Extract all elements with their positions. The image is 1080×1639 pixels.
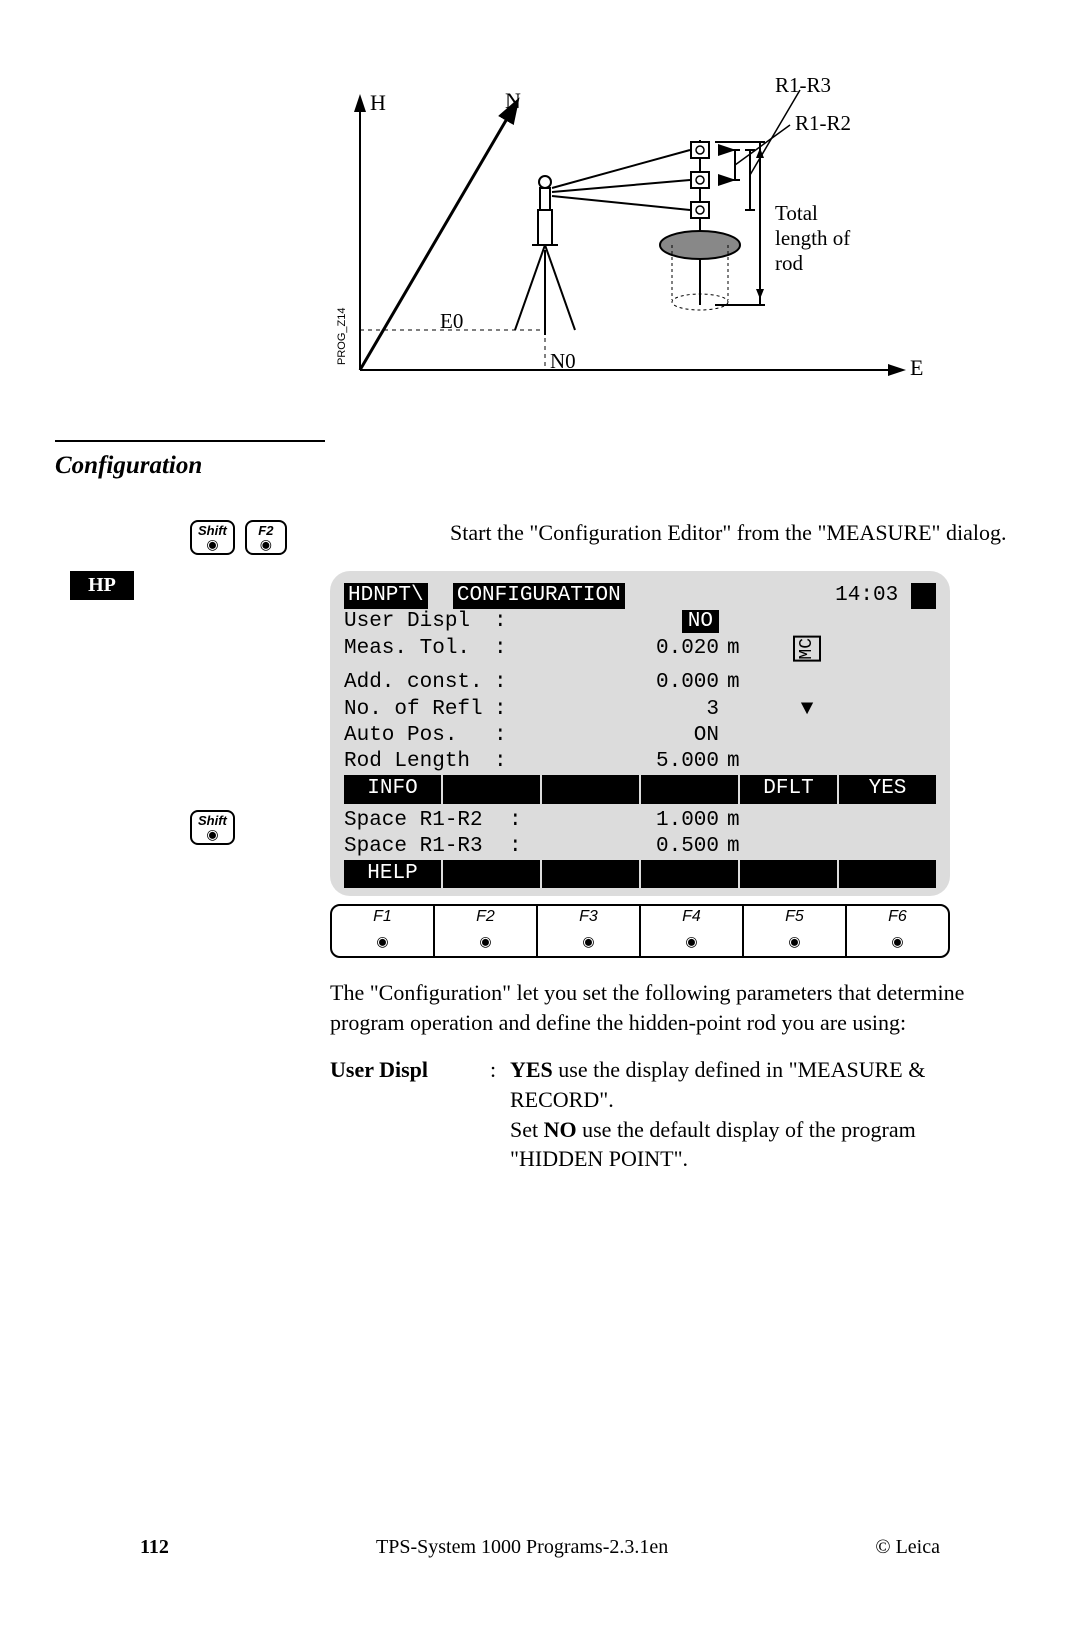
- softkey-yes[interactable]: YES: [839, 775, 936, 803]
- battery-icon: [911, 583, 936, 609]
- screen-time: 14:03: [835, 583, 898, 609]
- label-R1R2: R1-R2: [795, 111, 851, 135]
- label-H: H: [370, 90, 386, 115]
- screen-title-mid: CONFIGURATION: [453, 583, 625, 609]
- svg-text:length of: length of: [775, 226, 850, 250]
- page-number: 112: [140, 1536, 169, 1559]
- softkey-info[interactable]: INFO: [344, 775, 441, 803]
- label-E: E: [910, 355, 923, 380]
- label-E0: E0: [440, 309, 463, 333]
- f1-key[interactable]: F1◉: [332, 906, 435, 956]
- function-keys: F1◉ F2◉ F3◉ F4◉ F5◉ F6◉: [330, 904, 950, 958]
- svg-text:rod: rod: [775, 251, 803, 275]
- label-N0: N0: [550, 349, 576, 373]
- page-footer: 112 TPS-System 1000 Programs-2.3.1en © L…: [140, 1536, 940, 1559]
- softkey-help[interactable]: HELP: [344, 860, 441, 888]
- footer-right: © Leica: [875, 1536, 940, 1559]
- hp-tab: HP: [70, 571, 134, 600]
- shift-key-2[interactable]: Shift ◉: [190, 810, 235, 845]
- definition-user-displ: User Displ : YES use the display defined…: [330, 1055, 1010, 1174]
- svg-text:Total: Total: [775, 201, 818, 225]
- section-title: Configuration: [55, 440, 325, 480]
- shift-key[interactable]: Shift ◉: [190, 520, 235, 555]
- softkey-bar-2: HELP: [344, 860, 936, 888]
- screen-title-left: HDNPT\: [344, 583, 428, 609]
- diagram-ref: PROG_Z14: [336, 308, 348, 365]
- label-R1R3: R1-R3: [775, 73, 831, 97]
- softkey-bar-1: INFO DFLT YES: [344, 775, 936, 803]
- footer-center: TPS-System 1000 Programs-2.3.1en: [376, 1536, 668, 1559]
- label-N: N: [505, 88, 521, 113]
- coordinate-diagram: H N E E0 N0 R1-R3 R1-R2 Total length of …: [320, 70, 940, 400]
- mc-indicator: MC: [793, 636, 821, 662]
- softkey-dflt[interactable]: DFLT: [740, 775, 837, 803]
- dropdown-icon[interactable]: ▼: [767, 697, 847, 723]
- f6-key[interactable]: F6◉: [847, 906, 948, 956]
- f3-key[interactable]: F3◉: [538, 906, 641, 956]
- f4-key[interactable]: F4◉: [641, 906, 744, 956]
- intro-text: Start the "Configuration Editor" from th…: [450, 520, 1010, 546]
- after-text: The "Configuration" let you set the foll…: [330, 978, 1010, 1037]
- f2-key[interactable]: F2 ◉: [245, 520, 287, 555]
- f2-key-bottom[interactable]: F2◉: [435, 906, 538, 956]
- f5-key[interactable]: F5◉: [744, 906, 847, 956]
- lcd-screen: HDNPT\ CONFIGURATION 14:03 User Displ: N…: [330, 571, 950, 896]
